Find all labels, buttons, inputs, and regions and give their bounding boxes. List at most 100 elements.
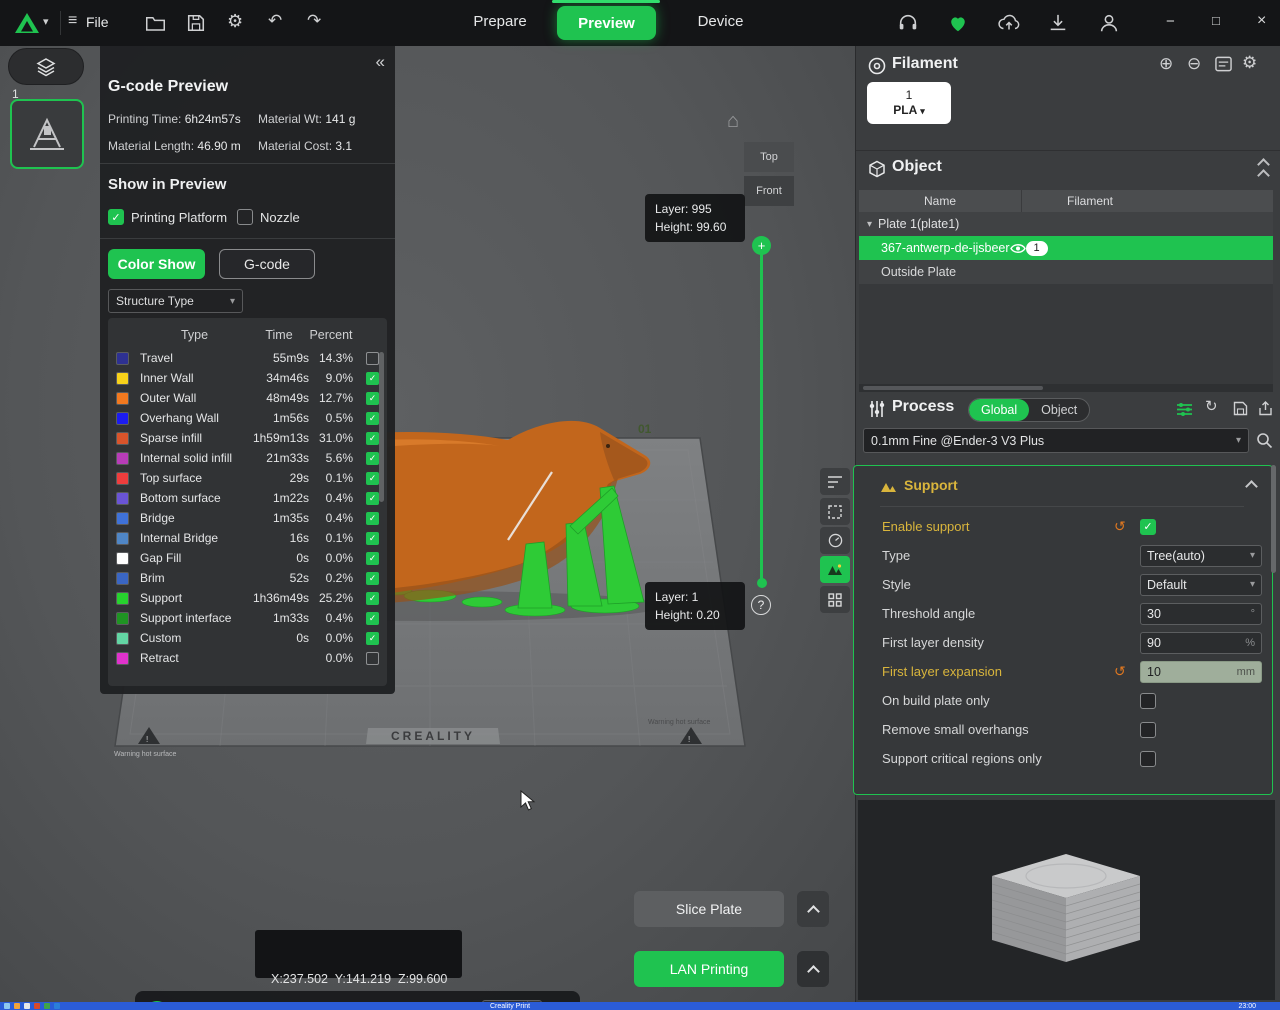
cloud-upload-icon[interactable] [997,12,1021,34]
print-options-button[interactable] [797,951,829,987]
type-visibility-checkbox[interactable]: ✓ [366,391,379,405]
on-build-plate-only-checkbox[interactable]: ✓ [1140,692,1156,709]
home-view-icon[interactable]: ⌂ [727,110,739,133]
export-preset-icon[interactable] [1258,401,1273,416]
process-tab-quality[interactable] [820,468,850,495]
filament-slot-card[interactable]: 1 PLA ▾ [867,82,951,124]
tab-preview[interactable]: Preview [557,6,656,40]
panel-scrollbar[interactable] [1271,465,1276,573]
process-tab-strength[interactable] [820,498,850,525]
taskbar-app-label[interactable]: Creality Print [490,1003,530,1010]
type-visibility-checkbox[interactable]: ✓ [366,451,379,465]
type-visibility-checkbox[interactable]: ✓ [366,551,379,565]
enable-support-checkbox[interactable]: ✓ [1140,518,1156,535]
type-visibility-checkbox[interactable] [366,651,379,665]
taskbar-icon[interactable] [4,1003,10,1009]
visibility-eye-icon[interactable] [1009,243,1026,254]
type-visibility-checkbox[interactable] [366,351,379,365]
object-collapse-icon[interactable] [1257,158,1270,182]
undo-icon[interactable]: ↶ [268,11,282,31]
expand-icon[interactable]: ▾ [867,219,872,230]
search-preset-icon[interactable] [1256,432,1273,449]
outside-plate-row[interactable]: Outside Plate [859,260,1273,284]
redo-icon[interactable]: ↷ [307,11,321,31]
support-style-select[interactable]: Default ▾ [1140,573,1262,596]
gcode-button[interactable]: G-code [219,249,315,279]
support-headset-icon[interactable] [897,12,919,34]
filament-list-icon[interactable] [1215,56,1232,72]
nozzle-checkbox[interactable]: ✓ [237,209,253,225]
filament-settings-gear-icon[interactable]: ⚙ [1242,53,1257,73]
open-icon[interactable] [145,13,166,33]
taskbar-icon[interactable] [14,1003,20,1009]
remove-small-overhangs-checkbox[interactable]: ✓ [1140,721,1156,738]
type-visibility-checkbox[interactable]: ✓ [366,471,379,485]
lan-printing-button[interactable]: LAN Printing [634,951,784,987]
object-filament-badge[interactable]: 1 [1025,240,1048,256]
plate-thumbnail[interactable] [10,99,84,169]
creality-cloud-icon[interactable] [947,12,969,34]
add-filament-icon[interactable]: ⊕ [1159,54,1173,74]
viewcube-front-button[interactable]: Front [744,176,794,206]
tab-prepare[interactable]: Prepare [455,13,545,30]
structure-type-select[interactable]: Structure Type ▾ [108,289,243,313]
creality-logo[interactable] [14,10,40,36]
type-visibility-checkbox[interactable]: ✓ [366,511,379,525]
tab-object-scope[interactable]: Object [1029,399,1089,421]
taskbar-icon[interactable] [34,1003,40,1009]
reset-icon[interactable]: ↺ [1114,518,1140,535]
table-scrollbar[interactable] [379,352,384,502]
layer-slider-top-handle[interactable]: + [752,236,771,255]
support-type-select[interactable]: Tree(auto) ▾ [1140,544,1262,567]
file-menu[interactable]: File [86,14,109,30]
preset-select[interactable]: 0.1mm Fine @Ender-3 V3 Plus ▾ [863,428,1249,453]
account-icon[interactable] [1098,12,1120,34]
slice-options-button[interactable] [797,891,829,927]
taskbar-icon[interactable] [44,1003,50,1009]
type-visibility-checkbox[interactable]: ✓ [366,571,379,585]
type-visibility-checkbox[interactable]: ✓ [366,411,379,425]
save-icon[interactable] [186,13,206,33]
type-visibility-checkbox[interactable]: ✓ [366,591,379,605]
slice-plate-button[interactable]: Slice Plate [634,891,784,927]
object-row-selected[interactable]: 367-antwerp-de-ijsbeer 1 [859,236,1273,260]
process-tab-support[interactable] [820,556,850,583]
type-visibility-checkbox[interactable]: ✓ [366,491,379,505]
type-visibility-checkbox[interactable]: ✓ [366,531,379,545]
viewcube-top-button[interactable]: Top [744,142,794,172]
tab-device[interactable]: Device [678,13,763,30]
reset-process-icon[interactable]: ↻ [1205,397,1218,415]
first-layer-expansion-input[interactable]: 10 mm [1140,660,1262,683]
process-tab-speed[interactable] [820,527,850,554]
settings-gear-icon[interactable]: ⚙ [227,11,243,32]
support-collapse-icon[interactable] [1245,480,1258,493]
support-critical-regions-checkbox[interactable]: ✓ [1140,750,1156,767]
maximize-button[interactable]: □ [1212,13,1220,28]
windows-taskbar[interactable]: Creality Print 23:00 [0,1002,1280,1010]
panel-collapse-icon[interactable]: « [376,52,385,72]
printing-platform-checkbox[interactable]: ✓ [108,209,124,225]
first-layer-density-input[interactable]: 90 % [1140,631,1262,654]
type-visibility-checkbox[interactable]: ✓ [366,371,379,385]
process-tab-others[interactable] [820,586,850,613]
threshold-angle-input[interactable]: 30 ° [1140,602,1262,625]
object-hscrollbar[interactable] [859,384,1273,392]
help-icon[interactable]: ? [751,595,771,615]
reset-icon[interactable]: ↺ [1114,663,1140,680]
layer-slider-bottom-handle[interactable] [757,578,767,588]
taskbar-icon[interactable] [54,1003,60,1009]
type-visibility-checkbox[interactable]: ✓ [366,611,379,625]
plate-group-row[interactable]: ▾ Plate 1(plate1) [859,212,1273,236]
taskbar-icon[interactable] [24,1003,30,1009]
save-preset-icon[interactable] [1233,401,1248,416]
layer-view-toggle[interactable] [8,48,84,85]
layer-slider-track[interactable] [760,252,763,582]
hamburger-icon[interactable]: ≡ [68,12,77,30]
logo-chevron-icon[interactable]: ▾ [43,15,49,28]
minimize-button[interactable]: − [1166,13,1175,30]
tab-global[interactable]: Global [969,399,1030,421]
type-visibility-checkbox[interactable]: ✓ [366,431,379,445]
remove-filament-icon[interactable]: ⊖ [1187,54,1201,74]
tune-params-icon[interactable] [1176,402,1193,417]
close-button[interactable]: × [1257,12,1266,30]
